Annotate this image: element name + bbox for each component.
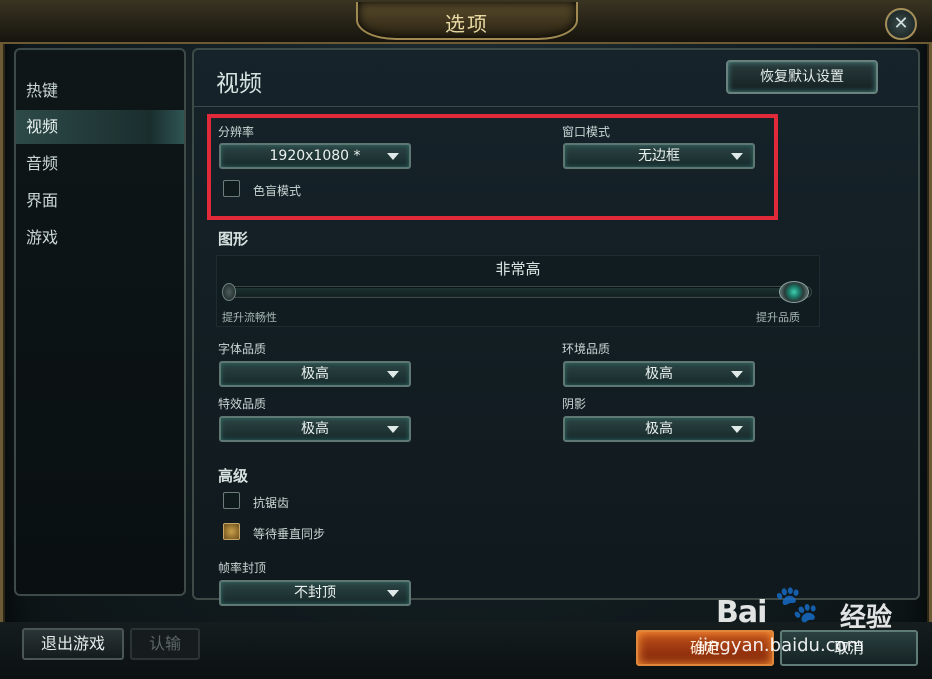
sidebar-item-interface[interactable]: 界面 <box>16 184 184 218</box>
chevron-down-icon <box>731 426 743 433</box>
sidebar-item-audio[interactable]: 音频 <box>16 147 184 181</box>
environment-quality-label: 环境品质 <box>562 342 611 356</box>
page-title: 视频 <box>216 71 262 97</box>
sidebar-item-hotkeys[interactable]: 热键 <box>16 74 184 108</box>
character-quality-value: 极高 <box>301 366 329 382</box>
highlight-box <box>207 114 778 220</box>
window-title: 选项 <box>445 12 489 36</box>
environment-quality-dropdown[interactable]: 极高 <box>563 361 755 387</box>
antialiasing-checkbox[interactable] <box>223 492 240 509</box>
slider-min-label: 提升流畅性 <box>222 311 277 324</box>
slider-max-label: 提升品质 <box>756 311 800 324</box>
effects-quality-dropdown[interactable]: 极高 <box>219 416 411 442</box>
confirm-button[interactable]: 确定 <box>636 630 774 666</box>
framerate-cap-value: 不封顶 <box>294 585 336 601</box>
shadows-value: 极高 <box>645 421 673 437</box>
exit-game-button[interactable]: 退出游戏 <box>22 628 124 660</box>
vsync-label: 等待垂直同步 <box>253 527 326 541</box>
character-quality-dropdown[interactable]: 极高 <box>219 361 411 387</box>
slider-handle[interactable] <box>779 281 809 303</box>
effects-quality-value: 极高 <box>301 421 329 437</box>
framerate-cap-dropdown[interactable]: 不封顶 <box>219 580 411 606</box>
close-icon: ✕ <box>893 13 909 34</box>
framerate-cap-label: 帧率封顶 <box>218 561 267 575</box>
slider-cap <box>222 283 236 301</box>
chevron-down-icon <box>387 426 399 433</box>
sidebar-item-video[interactable]: 视频 <box>16 110 184 144</box>
vsync-checkbox[interactable] <box>223 523 240 540</box>
shadows-label: 阴影 <box>562 397 587 411</box>
effects-quality-label: 特效品质 <box>218 397 267 411</box>
graphics-heading: 图形 <box>218 230 249 248</box>
chevron-down-icon <box>387 371 399 378</box>
restore-defaults-button[interactable]: 恢复默认设置 <box>726 60 878 94</box>
header-divider <box>194 106 918 107</box>
character-quality-label: 字体品质 <box>218 342 267 356</box>
graphics-level-label: 非常高 <box>495 260 541 278</box>
surrender-button: 认输 <box>130 628 200 660</box>
chevron-down-icon <box>731 371 743 378</box>
close-button[interactable]: ✕ <box>885 8 917 40</box>
shadows-dropdown[interactable]: 极高 <box>563 416 755 442</box>
slider-fill <box>227 288 794 296</box>
cancel-button[interactable]: 取消 <box>780 630 918 666</box>
advanced-heading: 高级 <box>218 467 249 485</box>
chevron-down-icon <box>387 590 399 597</box>
sidebar-item-game[interactable]: 游戏 <box>16 221 184 255</box>
environment-quality-value: 极高 <box>645 366 673 382</box>
antialiasing-label: 抗锯齿 <box>253 496 290 510</box>
